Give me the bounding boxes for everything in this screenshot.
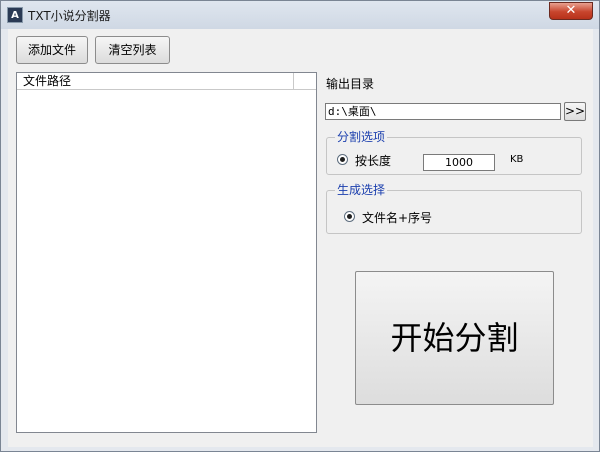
generate-options-group: 生成选择 文件名+序号 xyxy=(326,183,582,234)
generate-options-title: 生成选择 xyxy=(335,183,388,197)
close-button[interactable]: ✕ xyxy=(549,2,593,20)
app-icon: A xyxy=(7,7,23,23)
by-length-label: 按长度 xyxy=(355,154,392,168)
file-list[interactable]: 文件路径 xyxy=(16,72,317,433)
browse-button[interactable]: >> xyxy=(564,102,586,121)
column-header-file-path[interactable]: 文件路径 xyxy=(17,73,294,90)
by-length-radio[interactable] xyxy=(337,154,348,165)
filename-sequence-radio[interactable] xyxy=(344,211,355,222)
output-directory-label: 输出目录 xyxy=(326,77,375,91)
file-list-header: 文件路径 xyxy=(17,73,316,90)
filename-sequence-label: 文件名+序号 xyxy=(362,211,433,225)
client-area: 添加文件 清空列表 文件路径 输出目录 d:\桌面\ >> 分割选项 按长度 K… xyxy=(8,29,593,447)
column-header-filler xyxy=(295,73,316,90)
length-unit-label: KB xyxy=(510,154,524,165)
title-bar[interactable]: A TXT小说分割器 ✕ xyxy=(1,1,599,29)
output-directory-input[interactable]: d:\桌面\ xyxy=(325,103,561,120)
split-options-title: 分割选项 xyxy=(335,130,388,144)
start-split-button[interactable]: 开始分割 xyxy=(355,271,554,405)
add-file-button[interactable]: 添加文件 xyxy=(16,36,88,64)
app-window: A TXT小说分割器 ✕ 添加文件 清空列表 文件路径 输出目录 d:\桌面\ … xyxy=(0,0,600,452)
clear-list-button[interactable]: 清空列表 xyxy=(95,36,170,64)
length-input[interactable]: 1000 xyxy=(423,154,495,171)
window-title: TXT小说分割器 xyxy=(28,9,111,23)
